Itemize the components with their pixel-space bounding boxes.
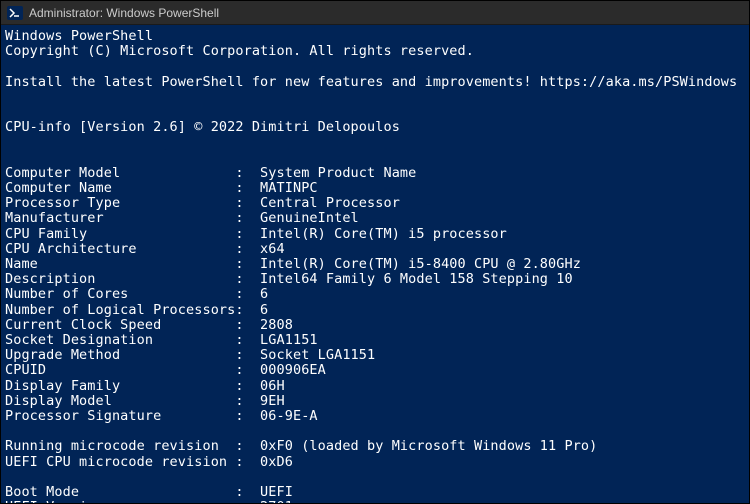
terminal-text[interactable]: Windows PowerShell Copyright (C) Microso… [1,25,749,503]
powershell-window: Administrator: Windows PowerShell Window… [0,0,750,504]
window-title: Administrator: Windows PowerShell [29,6,219,20]
titlebar[interactable]: Administrator: Windows PowerShell [1,1,749,25]
powershell-icon [7,5,23,21]
